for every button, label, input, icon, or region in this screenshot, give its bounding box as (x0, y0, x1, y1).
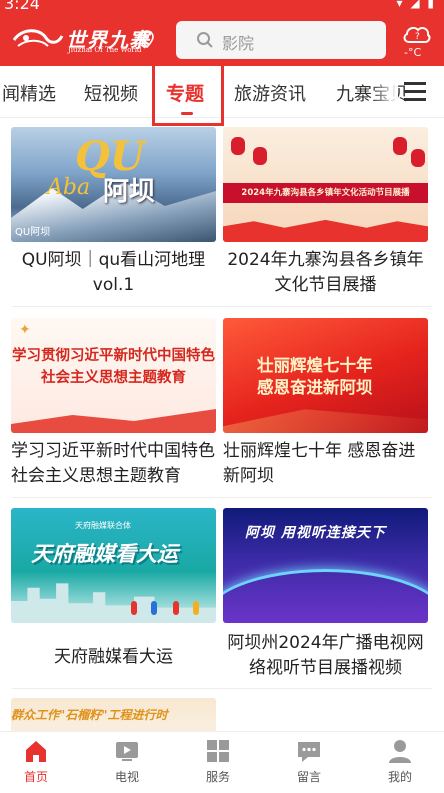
nav-message[interactable]: 留言 (277, 738, 341, 785)
card-thumbnail[interactable]: 壮丽辉煌七十年 感恩奋进新阿坝 (223, 318, 428, 433)
topic-card-jiuzhai-culture[interactable]: 2024年九寨沟县各乡镇年文化活动节目展播 2024年九寨沟县各乡镇年文化节目展… (223, 127, 428, 298)
card-title[interactable]: 2024年九寨沟县各乡镇年文化节目展播 (223, 248, 428, 298)
location-pin-icon[interactable] (140, 30, 154, 48)
nav-label: 电视 (114, 770, 139, 784)
nav-profile[interactable]: 我的 (368, 738, 432, 785)
thumb-text: 阿坝 (103, 177, 156, 207)
nav-services[interactable]: 服务 (186, 738, 250, 785)
topic-card-70-years[interactable]: 壮丽辉煌七十年 感恩奋进新阿坝 壮丽辉煌七十年 感恩奋进新阿坝 (223, 318, 428, 489)
logo-swirl-icon (12, 29, 64, 47)
bottom-nav: 首页 电视 服务 留言 我的 (0, 731, 444, 793)
tab-travel-news[interactable]: 旅游资讯 (234, 80, 306, 106)
thumb-text: 社会主义思想主题教育 (41, 370, 186, 386)
athlete-figure (151, 601, 157, 615)
tab-short-video[interactable]: 短视频 (84, 80, 138, 106)
grid-icon (207, 740, 229, 762)
app-logo[interactable]: 世界九寨 Jiuzhai Of The World (12, 22, 154, 56)
card-thumbnail[interactable]: 天府融媒联合体 天府融媒看大运 (11, 508, 216, 623)
search-bar[interactable]: 影院 (176, 21, 386, 59)
nav-label: 留言 (296, 770, 321, 784)
lantern-icon (253, 147, 267, 165)
status-time: 3:24 (4, 0, 40, 13)
logo-subtext: Jiuzhai Of The World (68, 46, 142, 54)
card-thumbnail[interactable]: 2024年九寨沟县各乡镇年文化活动节目展播 (223, 127, 428, 242)
thumb-logo-text: 天府融媒联合体 (75, 521, 131, 530)
home-icon (26, 741, 46, 762)
thumb-text: 天府融媒看大运 (31, 542, 178, 566)
topic-card-tianfu-media[interactable]: 天府融媒联合体 天府融媒看大运 天府融媒看大运 (11, 508, 216, 670)
lantern-icon (411, 149, 425, 167)
thumb-text: 群众工作"石榴籽"工程进行时 (11, 708, 168, 722)
nav-label: 服务 (205, 770, 230, 784)
athlete-figure (173, 601, 179, 615)
card-thumbnail[interactable]: ✦ 学习贯彻习近平新时代中国特色 社会主义思想主题教育 (11, 318, 216, 433)
thumb-text: 学习贯彻习近平新时代中国特色 (12, 348, 215, 364)
app-header: 3:24 ▾ ◢ ▮ 世界九寨 Jiuzhai Of The World 影院 … (0, 0, 444, 66)
card-title[interactable]: 天府融媒看大运 (11, 645, 216, 670)
row-divider (12, 306, 432, 307)
row-divider (12, 688, 432, 689)
lantern-icon (393, 137, 407, 155)
thumb-text: 感恩奋进新阿坝 (257, 378, 373, 397)
card-thumbnail[interactable]: QU Aba 阿坝 QU阿坝 (11, 127, 216, 242)
tv-icon (116, 742, 138, 761)
card-thumbnail[interactable]: 阿坝 用视听连接天下 (223, 508, 428, 623)
card-title[interactable]: 阿坝州2024年广播电视网络视听节目展播视频 (223, 631, 428, 681)
nav-label: 首页 (23, 770, 48, 784)
topic-card-pomegranate[interactable]: 群众工作"石榴籽"工程进行时 (11, 698, 216, 731)
svg-text:?: ? (415, 32, 420, 42)
search-placeholder: 影院 (222, 34, 255, 53)
lantern-icon (231, 137, 245, 155)
weather-temp: -°C (404, 46, 422, 59)
topic-card-aba-broadcast[interactable]: 阿坝 用视听连接天下 阿坝州2024年广播电视网络视听节目展播视频 (223, 508, 428, 681)
nav-label: 我的 (387, 770, 412, 784)
nav-tv[interactable]: 电视 (95, 738, 159, 785)
tab-fade (370, 66, 398, 117)
thumb-tag: QU阿坝 (15, 227, 51, 238)
weather-cloud-icon: ? (403, 26, 431, 43)
tab-highlight-box (152, 60, 224, 126)
card-title[interactable]: 壮丽辉煌七十年 感恩奋进新阿坝 (223, 439, 428, 489)
athlete-figure (193, 601, 199, 615)
search-icon (197, 32, 213, 48)
thumb-text: Aba (47, 175, 91, 200)
person-icon (389, 740, 411, 763)
tab-news-picks[interactable]: 闻精选 (2, 80, 56, 106)
message-icon (298, 742, 320, 762)
menu-icon[interactable] (404, 82, 426, 102)
star-icon: ✦ (19, 322, 31, 338)
topic-card-theme-education[interactable]: ✦ 学习贯彻习近平新时代中国特色 社会主义思想主题教育 学习习近平新时代中国特色… (11, 318, 216, 489)
weather-widget[interactable]: ? -°C (398, 18, 434, 62)
nav-home[interactable]: 首页 (4, 738, 68, 785)
athlete-figure (131, 601, 137, 615)
status-icons: ▾ ◢ ▮ (396, 0, 436, 10)
thumb-text: 阿坝 用视听连接天下 (245, 525, 386, 541)
thumb-text: 壮丽辉煌七十年 (257, 356, 373, 375)
card-title[interactable]: 学习习近平新时代中国特色社会主义思想主题教育 (11, 439, 216, 489)
topic-card-qu-aba[interactable]: QU Aba 阿坝 QU阿坝 QU阿坝｜qu看山河地理vol.1 (11, 127, 216, 298)
thumb-text: 2024年九寨沟县各乡镇年文化活动节目展播 (223, 183, 428, 203)
card-title[interactable]: QU阿坝｜qu看山河地理vol.1 (11, 248, 216, 298)
card-thumbnail[interactable]: 群众工作"石榴籽"工程进行时 (11, 698, 216, 731)
row-divider (12, 497, 432, 498)
